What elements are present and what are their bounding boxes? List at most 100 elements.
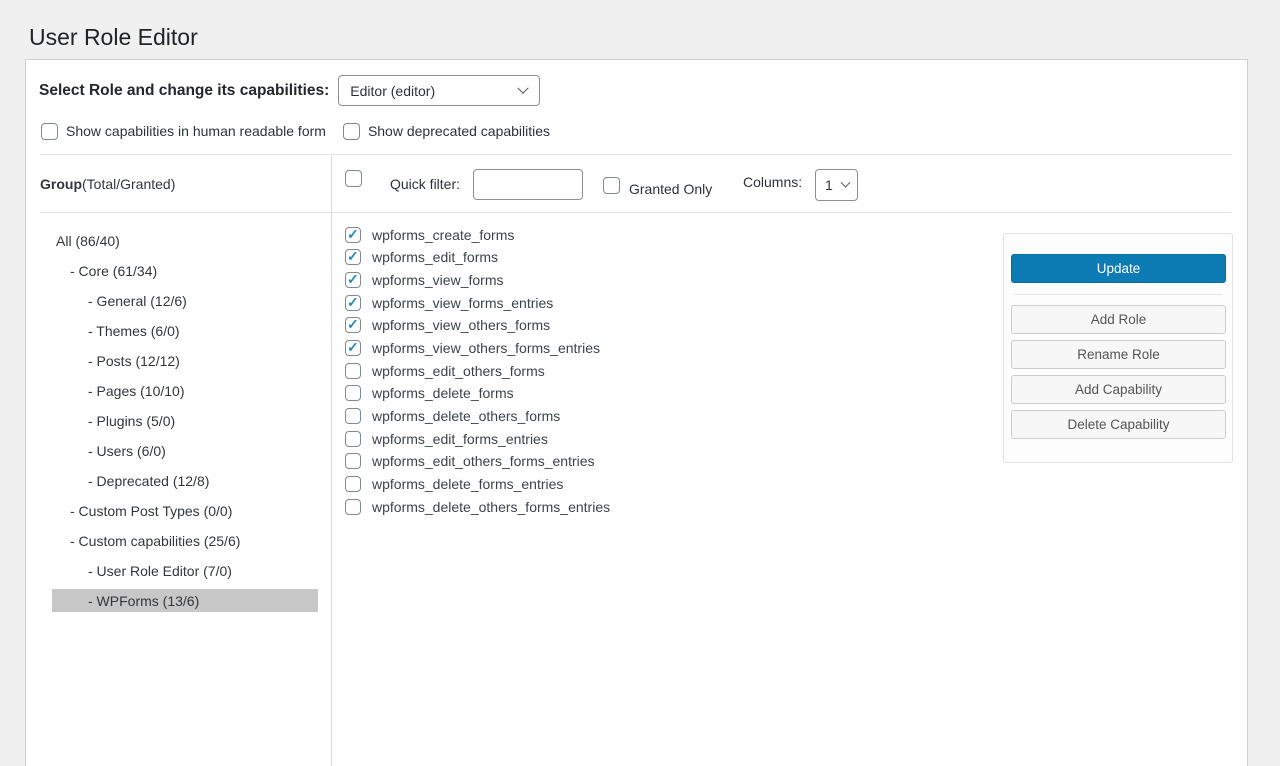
capability-label: wpforms_view_forms_entries [372,295,553,311]
group-item-all[interactable]: All (86/40) [52,229,318,252]
deprecated-checkbox[interactable] [343,123,360,140]
capability-label: wpforms_edit_others_forms [372,363,545,379]
group-item-label: - Users (6/0) [88,443,166,459]
filter-bar: Quick filter: Granted Only Columns: 1 [332,155,1247,213]
columns-select-value: 1 [825,177,833,193]
capabilities-area: Quick filter: Granted Only Columns: 1 wp… [332,155,1247,766]
group-item-label: - Custom capabilities (25/6) [70,533,240,549]
delete-capability-button[interactable]: Delete Capability [1011,410,1226,439]
groups-tree: All (86/40) - Core (61/34) - General (12… [26,213,331,612]
capability-checkbox[interactable] [345,408,361,424]
capability-label: wpforms_view_others_forms_entries [372,340,600,356]
group-item-label: - Deprecated (12/8) [88,473,209,489]
capability-checkbox[interactable] [345,272,361,288]
capability-label: wpforms_delete_others_forms_entries [372,499,610,515]
capability-checkbox[interactable] [345,499,361,515]
groups-header-note: (Total/Granted) [82,176,175,192]
capability-checkbox[interactable] [345,476,361,492]
quick-filter-label: Quick filter: [390,176,460,192]
group-item-label: - Posts (12/12) [88,353,180,369]
group-item-wpforms[interactable]: - WPForms (13/6) [52,589,318,612]
group-item-themes[interactable]: - Themes (6/0) [52,319,318,342]
capability-label: wpforms_view_forms [372,272,503,288]
select-all-checkbox[interactable] [345,170,362,187]
capability-checkbox[interactable] [345,385,361,401]
group-item-custom-post-types[interactable]: - Custom Post Types (0/0) [52,499,318,522]
groups-header-title: Group [40,176,82,192]
capability-row: wpforms_delete_others_forms [345,408,610,425]
actions-divider [1013,294,1223,295]
add-capability-button[interactable]: Add Capability [1011,375,1226,404]
capability-row: wpforms_view_others_forms_entries [345,339,610,356]
rename-role-button[interactable]: Rename Role [1011,340,1226,369]
capability-checkbox[interactable] [345,340,361,356]
capability-checkbox[interactable] [345,249,361,265]
capabilities-list: wpforms_create_forms wpforms_edit_forms … [345,226,610,521]
group-item-core[interactable]: - Core (61/34) [52,259,318,282]
user-role-editor-panel: Select Role and change its capabilities:… [25,59,1248,766]
granted-only-checkbox[interactable] [603,177,620,194]
human-readable-checkbox[interactable] [41,123,58,140]
chevron-down-icon [841,177,851,187]
group-item-label: - Custom Post Types (0/0) [70,503,232,519]
role-selector-row: Select Role and change its capabilities:… [39,75,540,106]
groups-sidebar: Group (Total/Granted) All (86/40) - Core… [26,155,332,766]
role-select-value: Editor (editor) [350,83,435,99]
capability-row: wpforms_view_forms_entries [345,294,610,311]
capability-label: wpforms_edit_forms [372,249,498,265]
group-item-general[interactable]: - General (12/6) [52,289,318,312]
group-item-plugins[interactable]: - Plugins (5/0) [52,409,318,432]
group-item-label: - WPForms (13/6) [88,593,199,609]
capability-row: wpforms_edit_others_forms [345,362,610,379]
capability-row: wpforms_delete_others_forms_entries [345,498,610,515]
group-item-users[interactable]: - Users (6/0) [52,439,318,462]
group-item-custom-capabilities[interactable]: - Custom capabilities (25/6) [52,529,318,552]
chevron-down-icon [518,82,529,93]
capability-label: wpforms_delete_others_forms [372,408,560,424]
capability-label: wpforms_view_others_forms [372,317,550,333]
role-actions-panel: Update Add Role Rename Role Add Capabili… [1003,233,1233,463]
group-item-user-role-editor[interactable]: - User Role Editor (7/0) [52,559,318,582]
role-select-label: Select Role and change its capabilities: [39,82,329,100]
capability-row: wpforms_edit_forms [345,249,610,266]
update-button[interactable]: Update [1011,254,1226,283]
capability-label: wpforms_create_forms [372,227,514,243]
capability-row: wpforms_view_forms [345,271,610,288]
granted-only-label: Granted Only [629,181,712,197]
capability-row: wpforms_delete_forms [345,385,610,402]
group-item-label: - User Role Editor (7/0) [88,563,232,579]
group-item-label: - Pages (10/10) [88,383,185,399]
capability-checkbox[interactable] [345,453,361,469]
page-title: User Role Editor [29,24,198,51]
capability-checkbox[interactable] [345,295,361,311]
group-item-deprecated[interactable]: - Deprecated (12/8) [52,469,318,492]
group-item-pages[interactable]: - Pages (10/10) [52,379,318,402]
capability-row: wpforms_delete_forms_entries [345,476,610,493]
capability-row: wpforms_edit_forms_entries [345,430,610,447]
group-item-label: All (86/40) [56,233,120,249]
columns-label: Columns: [743,174,802,190]
group-item-label: - Plugins (5/0) [88,413,175,429]
capability-label: wpforms_delete_forms [372,385,514,401]
capability-checkbox[interactable] [345,317,361,333]
human-readable-label: Show capabilities in human readable form [66,123,326,139]
groups-header: Group (Total/Granted) [26,155,331,213]
group-item-label: - Themes (6/0) [88,323,180,339]
capability-row: wpforms_edit_others_forms_entries [345,453,610,470]
capability-checkbox[interactable] [345,227,361,243]
capability-checkbox[interactable] [345,431,361,447]
capability-label: wpforms_delete_forms_entries [372,476,563,492]
group-item-label: - General (12/6) [88,293,187,309]
columns-select[interactable]: 1 [815,169,858,201]
add-role-button[interactable]: Add Role [1011,305,1226,334]
capability-label: wpforms_edit_others_forms_entries [372,453,595,469]
capability-row: wpforms_view_others_forms [345,317,610,334]
capability-label: wpforms_edit_forms_entries [372,431,548,447]
deprecated-label: Show deprecated capabilities [368,123,550,139]
capability-row: wpforms_create_forms [345,226,610,243]
group-item-posts[interactable]: - Posts (12/12) [52,349,318,372]
role-select[interactable]: Editor (editor) [338,75,540,106]
group-item-label: - Core (61/34) [70,263,157,279]
capability-checkbox[interactable] [345,363,361,379]
quick-filter-input[interactable] [473,169,583,200]
